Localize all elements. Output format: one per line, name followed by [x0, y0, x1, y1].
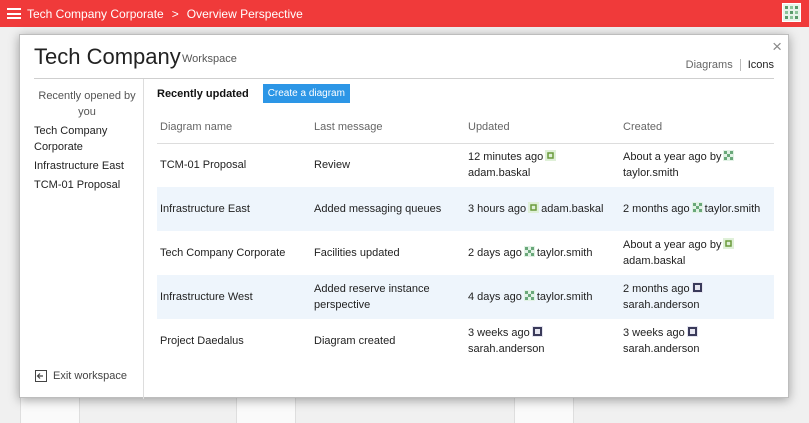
dialog-title: Tech Company	[34, 44, 181, 69]
recently-updated-heading: Recently updated	[157, 87, 249, 100]
user-avatar-icon[interactable]	[782, 3, 801, 22]
created-user: adam.baskal	[623, 255, 686, 267]
updated-time: 3 hours ago	[468, 203, 527, 215]
updated-user: taylor.smith	[536, 247, 593, 259]
cell-created: 2 months ago sarah.anderson	[620, 275, 774, 319]
updated-user: sarah.anderson	[468, 343, 545, 355]
view-switch: Diagrams Icons	[686, 59, 774, 71]
cell-updated: 4 days ago taylor.smith	[465, 275, 620, 319]
user-avatar-icon	[691, 202, 703, 213]
cell-name: Project Daedalus	[160, 335, 244, 347]
diagram-table: Diagram name Last message Updated Create…	[157, 111, 774, 363]
cell-name: TCM-01 Proposal	[160, 159, 247, 172]
column-header-message[interactable]: Last message	[311, 111, 465, 144]
canvas-node	[236, 397, 296, 423]
updated-user: adam.baskal	[541, 203, 604, 215]
dialog-subtitle: Workspace	[182, 53, 237, 65]
cell-name: Infrastructure West	[160, 291, 253, 303]
cell-created: 2 months ago taylor.smith	[620, 187, 774, 231]
cell-updated: 3 hours ago adam.baskal	[465, 187, 620, 231]
created-user: sarah.anderson	[623, 343, 700, 355]
user-avatar-icon	[723, 150, 735, 162]
cell-name: Tech Company Corporate	[160, 247, 286, 259]
created-time: 2 months ago	[623, 203, 690, 215]
table-row[interactable]: Project Daedalus Diagram created 3 weeks…	[157, 319, 774, 363]
user-avatar-icon	[545, 150, 557, 162]
created-user: taylor.smith	[623, 167, 679, 180]
cell-name: Infrastructure East	[160, 203, 250, 215]
user-avatar-icon	[723, 238, 735, 249]
column-header-name[interactable]: Diagram name	[157, 111, 311, 144]
created-time: About a year ago by	[623, 239, 722, 251]
cell-message: Facilities updated	[314, 247, 400, 259]
exit-workspace-button[interactable]: Exit workspace	[35, 370, 127, 382]
cell-updated: 2 days ago taylor.smith	[465, 231, 620, 275]
user-avatar-icon	[691, 282, 703, 293]
table-row[interactable]: Infrastructure East Added messaging queu…	[157, 187, 774, 231]
view-switch-divider	[739, 59, 741, 71]
updated-user: taylor.smith	[536, 291, 593, 303]
breadcrumb-separator: >	[171, 6, 179, 21]
updated-time: 4 days ago	[468, 291, 522, 303]
recent-list: Tech Company Corporate Infrastructure Ea…	[34, 123, 134, 196]
top-bar: Tech Company Corporate > Overview Perspe…	[0, 0, 809, 27]
column-header-updated[interactable]: Updated	[465, 111, 620, 144]
exit-icon	[35, 370, 47, 382]
user-avatar-icon	[523, 246, 535, 257]
view-diagrams-tab[interactable]: Diagrams	[686, 59, 733, 71]
updated-time: 2 days ago	[468, 247, 522, 259]
user-avatar-icon	[686, 326, 698, 337]
cell-created: About a year ago by adam.baskal	[620, 231, 774, 275]
view-icons-tab[interactable]: Icons	[748, 59, 774, 71]
table-row[interactable]: TCM-01 Proposal Review 12 minutes ago ad…	[157, 143, 774, 187]
main-header: Recently updated Create a diagram	[157, 84, 350, 103]
recent-sidebar: Recently opened by you Tech Company Corp…	[20, 79, 144, 399]
exit-workspace-label: Exit workspace	[53, 370, 127, 382]
recent-item[interactable]: TCM-01 Proposal	[34, 177, 134, 193]
created-time: About a year ago by	[623, 151, 722, 164]
create-diagram-button[interactable]: Create a diagram	[262, 84, 350, 103]
workspace-dialog: Tech Company Workspace × Diagrams Icons …	[19, 34, 790, 399]
close-icon[interactable]: ×	[772, 38, 782, 55]
cell-created: About a year ago by taylor.smith	[620, 143, 774, 187]
cell-message: Added messaging queues	[314, 203, 442, 215]
updated-time: 12 minutes ago	[468, 151, 544, 164]
cell-updated: 12 minutes ago adam.baskal	[465, 143, 620, 187]
cell-message: Diagram created	[314, 335, 396, 347]
canvas-node	[514, 397, 574, 423]
canvas-node	[20, 397, 80, 423]
cell-updated: 3 weeks ago sarah.anderson	[465, 319, 620, 363]
user-avatar-icon	[531, 326, 543, 337]
breadcrumb-workspace[interactable]: Tech Company Corporate	[27, 7, 164, 21]
recent-label: Recently opened by you	[38, 90, 136, 118]
cell-message: Review	[314, 159, 351, 172]
column-header-created[interactable]: Created	[620, 111, 774, 144]
cell-message: Added reserve instance perspective	[314, 283, 430, 311]
breadcrumb-perspective[interactable]: Overview Perspective	[187, 7, 303, 21]
table-row[interactable]: Tech Company Corporate Facilities update…	[157, 231, 774, 275]
table-row[interactable]: Infrastructure West Added reserve instan…	[157, 275, 774, 319]
cell-created: 3 weeks ago sarah.anderson	[620, 319, 774, 363]
hamburger-menu-icon[interactable]	[7, 8, 21, 19]
created-time: 2 months ago	[623, 283, 690, 295]
updated-user: adam.baskal	[468, 167, 531, 180]
user-avatar-icon	[523, 290, 535, 301]
recent-item[interactable]: Tech Company Corporate	[34, 123, 134, 155]
updated-time: 3 weeks ago	[468, 327, 530, 339]
recent-item[interactable]: Infrastructure East	[34, 158, 134, 174]
main-panel: Recently updated Create a diagram Diagra…	[144, 79, 790, 399]
created-user: sarah.anderson	[623, 299, 700, 311]
user-avatar-icon	[528, 202, 540, 213]
created-user: taylor.smith	[704, 203, 761, 215]
created-time: 3 weeks ago	[623, 327, 685, 339]
